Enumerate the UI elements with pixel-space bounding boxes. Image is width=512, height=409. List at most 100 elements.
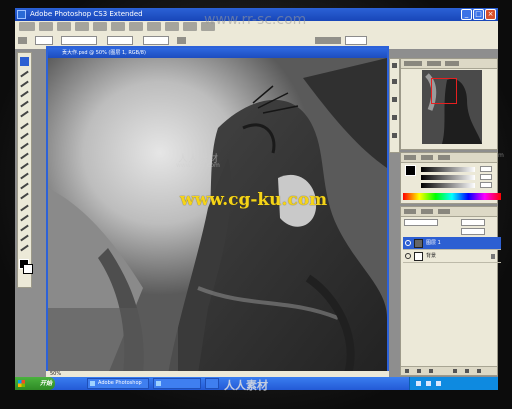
mode-dropdown[interactable] — [61, 36, 97, 45]
shape-tool-icon[interactable] — [20, 234, 29, 242]
blend-mode-dropdown[interactable] — [404, 219, 438, 226]
close-button[interactable]: × — [485, 9, 496, 20]
screen: Adobe Photoshop CS3 Extended _ □ × 贡大作.p… — [0, 0, 512, 409]
slice-tool-icon[interactable] — [20, 110, 29, 118]
navigator-panel — [400, 58, 498, 150]
dodge-tool-icon[interactable] — [20, 192, 29, 200]
new-group-icon[interactable] — [453, 369, 457, 373]
hand-tool-icon[interactable] — [20, 244, 29, 252]
green-slider[interactable] — [421, 175, 475, 180]
taskbar-button[interactable] — [205, 378, 219, 389]
color-fg-swatch[interactable] — [405, 165, 416, 176]
opacity-field[interactable] — [107, 36, 133, 45]
taskbar-button-photoshop[interactable]: Adobe Photoshop — [87, 378, 149, 389]
crop-tool-icon[interactable] — [20, 100, 29, 108]
tray-icon[interactable] — [426, 381, 431, 386]
brushes-icon[interactable] — [392, 63, 397, 68]
brand-watermark-url: www.rr-sc.com — [176, 162, 220, 169]
history-icon[interactable] — [392, 115, 397, 120]
blur-tool-icon[interactable] — [20, 182, 29, 190]
fill-field[interactable] — [461, 228, 485, 235]
type-tool-icon[interactable] — [20, 214, 29, 222]
layer-comps-icon[interactable] — [392, 97, 397, 102]
color-ramp[interactable] — [403, 193, 501, 200]
tool-presets-icon[interactable] — [392, 79, 397, 84]
healing-brush-icon[interactable] — [20, 122, 29, 130]
airbrush-icon[interactable] — [177, 37, 186, 44]
menu-item[interactable] — [183, 22, 197, 31]
menu-item[interactable] — [93, 22, 107, 31]
brush-tool-icon[interactable] — [18, 37, 27, 44]
marquee-tool-icon[interactable] — [20, 70, 29, 78]
menu-item[interactable] — [57, 22, 71, 31]
flow-field[interactable] — [143, 36, 169, 45]
actions-icon[interactable] — [392, 133, 397, 138]
navigator-preview[interactable] — [422, 70, 482, 144]
workspace-dropdown[interactable] — [345, 36, 367, 45]
tab-histogram[interactable] — [445, 61, 459, 66]
taskbar-button[interactable] — [153, 378, 201, 389]
window-icon — [156, 381, 161, 386]
navigator-view-box[interactable] — [431, 78, 457, 104]
brush-tool-icon[interactable] — [20, 132, 29, 140]
document-title-bar[interactable]: 贡大作.psd @ 50% (图层 1, RGB/8) — [48, 48, 387, 58]
gradient-tool-icon[interactable] — [20, 172, 29, 180]
layers-panel-tabs — [401, 207, 497, 217]
lasso-tool-icon[interactable] — [20, 80, 29, 88]
pen-tool-icon[interactable] — [20, 204, 29, 212]
layer-style-icon[interactable] — [417, 369, 421, 373]
menu-item[interactable] — [19, 22, 35, 31]
tab-info[interactable] — [427, 61, 441, 66]
visibility-eye-icon[interactable] — [405, 253, 411, 259]
tab-layers[interactable] — [404, 209, 416, 214]
tab-color[interactable] — [404, 155, 416, 160]
color-panel — [400, 152, 501, 204]
photoshop-icon — [17, 10, 26, 19]
red-value-field[interactable] — [480, 166, 492, 172]
layer-row[interactable]: 图层 1 — [403, 237, 501, 250]
layer-row[interactable]: 背景 — [403, 250, 501, 263]
red-slider[interactable] — [421, 167, 475, 172]
move-tool-icon[interactable] — [20, 57, 29, 66]
start-label: 开始 — [39, 380, 52, 387]
new-layer-icon[interactable] — [465, 369, 469, 373]
menu-item[interactable] — [165, 22, 179, 31]
layer-mask-icon[interactable] — [429, 369, 433, 373]
link-layers-icon[interactable] — [405, 369, 409, 373]
start-button[interactable]: 开始 — [15, 377, 55, 390]
tab-styles[interactable] — [438, 155, 450, 160]
layer-thumbnail — [414, 252, 423, 261]
menu-item[interactable] — [147, 22, 161, 31]
brush-preset-picker[interactable] — [35, 36, 53, 45]
tray-icon[interactable] — [436, 381, 441, 386]
eraser-tool-icon[interactable] — [20, 162, 29, 170]
magic-wand-tool-icon[interactable] — [20, 90, 29, 98]
system-tray — [409, 377, 498, 390]
document-window[interactable]: 贡大作.psd @ 50% (图层 1, RGB/8) — [46, 46, 389, 376]
path-selection-icon[interactable] — [20, 224, 29, 232]
menu-item[interactable] — [129, 22, 143, 31]
history-brush-icon[interactable] — [20, 152, 29, 160]
clone-stamp-icon[interactable] — [20, 142, 29, 150]
palette-well — [389, 58, 400, 153]
navigator-panel-tabs — [401, 59, 497, 69]
background-color-swatch[interactable] — [23, 264, 33, 274]
maximize-button[interactable]: □ — [473, 9, 484, 20]
blue-slider[interactable] — [421, 183, 475, 188]
opacity-field[interactable] — [461, 219, 485, 226]
window-title: Adobe Photoshop CS3 Extended — [30, 10, 143, 18]
visibility-eye-icon[interactable] — [405, 240, 411, 246]
menu-item[interactable] — [39, 22, 53, 31]
green-value-field[interactable] — [480, 174, 492, 180]
minimize-button[interactable]: _ — [461, 9, 472, 20]
menu-item[interactable] — [75, 22, 89, 31]
blue-value-field[interactable] — [480, 182, 492, 188]
tab-navigator[interactable] — [404, 61, 422, 66]
trash-icon[interactable] — [477, 369, 481, 373]
tab-channels[interactable] — [421, 209, 433, 214]
tray-icon[interactable] — [416, 381, 421, 386]
painting-canvas[interactable] — [48, 58, 387, 374]
tab-swatches[interactable] — [421, 155, 433, 160]
tab-paths[interactable] — [438, 209, 450, 214]
menu-item[interactable] — [111, 22, 125, 31]
